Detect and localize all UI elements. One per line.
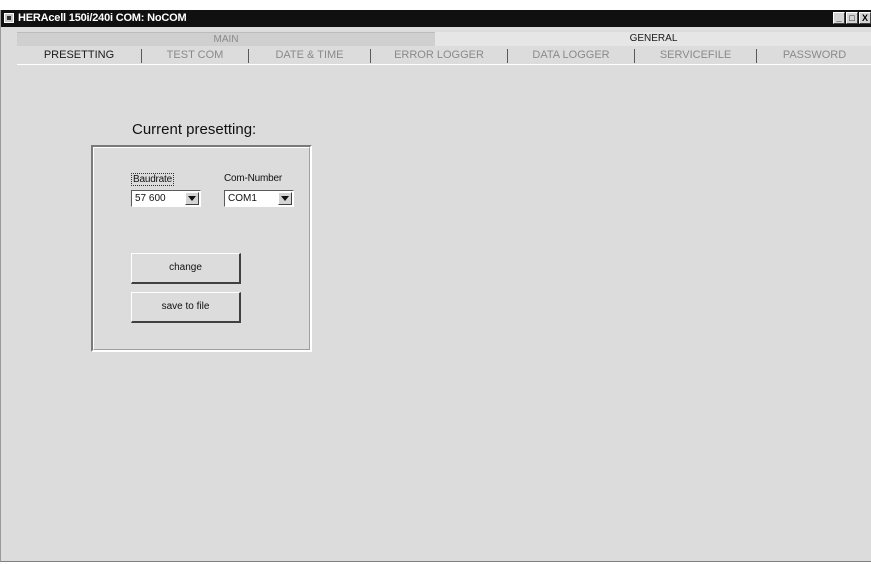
group-tab-strip: MAIN GENERAL xyxy=(17,32,871,46)
save-to-file-button[interactable]: save to file xyxy=(131,292,241,323)
close-button[interactable]: X xyxy=(859,12,871,24)
tab-error-logger[interactable]: ERROR LOGGER xyxy=(371,47,507,64)
group-tab-general[interactable]: GENERAL xyxy=(435,32,871,46)
window-title: HERAcell 150i/240i COM: NoCOM xyxy=(18,12,187,24)
maximize-button[interactable]: □ xyxy=(846,12,858,24)
minimize-button[interactable]: _ xyxy=(833,12,845,24)
baudrate-select[interactable]: 57 600 xyxy=(131,190,201,207)
tab-data-logger[interactable]: DATA LOGGER xyxy=(508,47,634,64)
tab-test-com[interactable]: TEST COM xyxy=(142,47,248,64)
tab-servicefile[interactable]: SERVICEFILE xyxy=(635,47,756,64)
com-number-value: COM1 xyxy=(228,193,257,204)
app-icon[interactable] xyxy=(4,13,14,23)
baudrate-value: 57 600 xyxy=(135,193,166,204)
tab-presetting[interactable]: PRESETTING xyxy=(17,47,141,64)
chevron-down-icon[interactable] xyxy=(278,192,292,205)
tab-date-time[interactable]: DATE & TIME xyxy=(249,47,370,64)
baudrate-label: Baudrate xyxy=(131,173,174,186)
com-number-select[interactable]: COM1 xyxy=(224,190,294,207)
com-number-label: Com-Number xyxy=(224,173,283,184)
tab-strip: PRESETTING TEST COM DATE & TIME ERROR LO… xyxy=(17,47,871,65)
chevron-down-icon[interactable] xyxy=(185,192,199,205)
change-button[interactable]: change xyxy=(131,253,241,284)
tab-password[interactable]: PASSWORD xyxy=(757,47,871,64)
title-bar[interactable]: HERAcell 150i/240i COM: NoCOM _ □ X xyxy=(1,10,871,27)
page-title: Current presetting: xyxy=(132,121,257,138)
group-tab-main[interactable]: MAIN xyxy=(17,32,435,46)
